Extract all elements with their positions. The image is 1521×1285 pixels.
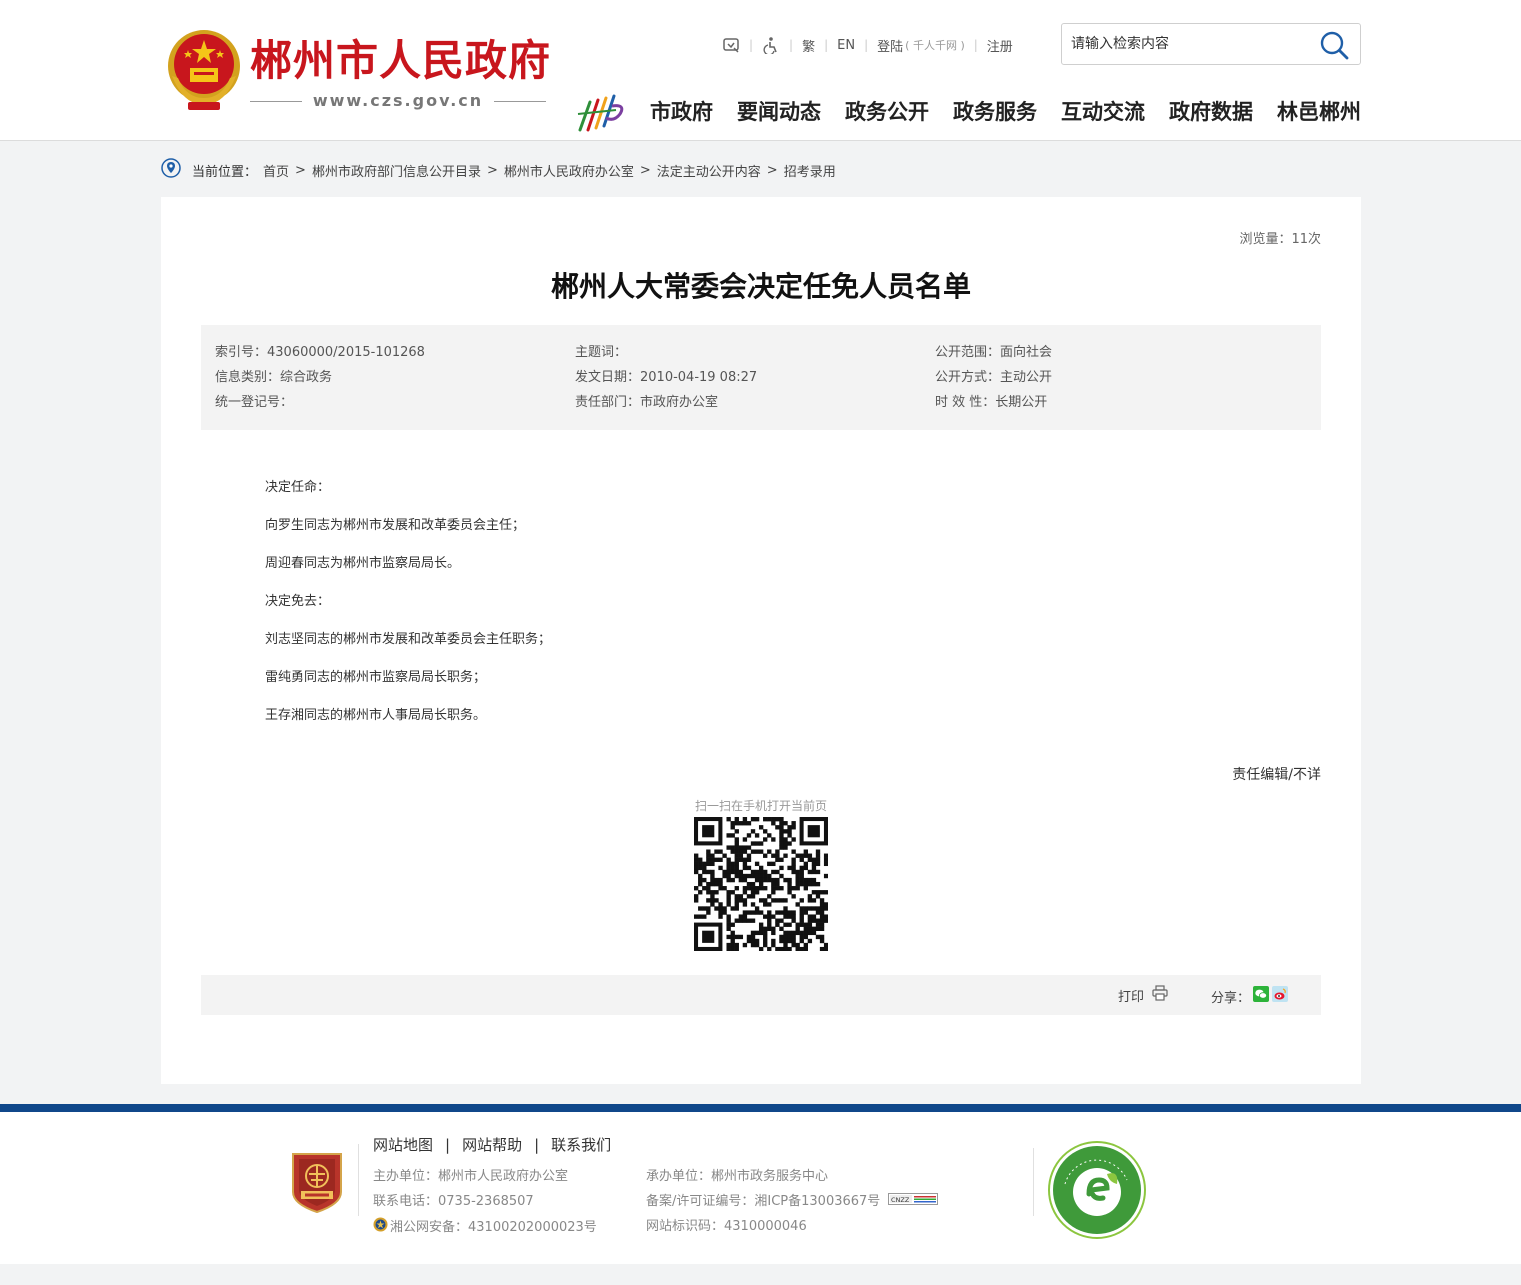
location-pin-icon (161, 158, 181, 182)
national-emblem-icon (164, 26, 244, 112)
footer-icp[interactable]: 备案/许可证编号：湘ICP备13003667号 (646, 1192, 880, 1212)
nav-item-gov-services[interactable]: 政务服务 (953, 96, 1037, 128)
header-tools: | | 繁 | EN | 登陆 ( 千人千网 ) | 注册 (722, 34, 1013, 56)
traditional-chinese-link[interactable]: 繁 (802, 36, 815, 55)
nav-item-linyi-chenzhou[interactable]: 林邑郴州 (1277, 96, 1361, 128)
main-nav: 市政府 要闻动态 政务公开 政务服务 互动交流 政府数据 林邑郴州 (650, 96, 1361, 128)
breadcrumb-separator: > (486, 162, 498, 178)
search-icon[interactable] (1318, 29, 1350, 61)
breadcrumb-gov-office[interactable]: 郴州市人民政府办公室 (504, 161, 634, 180)
accessibility-icon[interactable] (762, 36, 780, 54)
responsible-editor: 责任编辑/不详 (1232, 767, 1321, 783)
share-group: 分享： (1211, 986, 1289, 1006)
footer-sponsor: 主办单位：郴州市人民政府办公室 (373, 1169, 569, 1184)
footer-divider (358, 1144, 359, 1216)
body-paragraph: 王存湘同志的郴州市人事局局长职务。 (265, 708, 487, 723)
body-paragraph: 向罗生同志为郴州市发展和改革委员会主任； (265, 518, 526, 533)
meta-index-no: 索引号：43060000/2015-101268 (215, 345, 425, 360)
search-input[interactable] (1071, 33, 1311, 55)
breadcrumb-home[interactable]: 首页 (263, 161, 289, 180)
breadcrumb-recruitment[interactable]: 招考录用 (784, 161, 836, 180)
meta-method: 公开方式：主动公开 (935, 370, 1053, 385)
meta-category: 信息类别：综合政务 (215, 370, 333, 385)
site-url: www.czs.gov.cn (312, 91, 484, 110)
footer-links: 网站地图 | 网站帮助 | 联系我们 (373, 1134, 612, 1155)
article-card: 浏览量：11次 郴州人大常委会决定任免人员名单 索引号：43060000/201… (161, 197, 1361, 1084)
breadcrumb-separator: > (295, 162, 306, 178)
footer-icp-row: 备案/许可证编号：湘ICP备13003667号 CNZZ (646, 1192, 939, 1212)
footer-police-row: 湘公网安备：43100202000023号 (373, 1217, 597, 1239)
print-button[interactable]: 打印 (1118, 985, 1168, 1005)
breadcrumb-dept-catalog[interactable]: 郴州市政府部门信息公开目录 (312, 161, 481, 180)
location-label: 当前位置： (192, 164, 258, 180)
footer-divider (1033, 1148, 1034, 1216)
nav-item-interaction[interactable]: 互动交流 (1061, 96, 1145, 128)
nav-item-news[interactable]: 要闻动态 (737, 96, 821, 128)
police-badge-icon (373, 1217, 388, 1239)
weibo-icon[interactable] (1272, 986, 1289, 1006)
party-organ-badge-icon[interactable] (289, 1150, 345, 1214)
footer-link-sitemap[interactable]: 网站地图 (373, 1134, 433, 1155)
nav-item-city-government[interactable]: 市政府 (650, 96, 713, 128)
login-link[interactable]: 登陆 (877, 36, 903, 55)
qr-code-icon (694, 817, 829, 952)
article-title: 郴州人大常委会决定任免人员名单 (550, 270, 971, 303)
nav-item-gov-data[interactable]: 政府数据 (1169, 96, 1253, 128)
body-paragraph: 雷纯勇同志的郴州市监察局局长职务； (265, 670, 487, 685)
print-label: 打印 (1118, 989, 1145, 1005)
site-url-row: www.czs.gov.cn (250, 90, 546, 112)
civilized-website-badge-icon[interactable] (1047, 1140, 1147, 1240)
breadcrumb-statutory-content[interactable]: 法定主动公开内容 (657, 161, 761, 180)
meta-subject: 主题词： (575, 345, 628, 360)
view-count: 浏览量：11次 (1239, 232, 1321, 247)
body-paragraph: 决定免去： (265, 594, 331, 609)
site-title: 郴州市人民政府 (250, 36, 552, 85)
meta-department: 责任部门：市政府办公室 (575, 395, 719, 410)
footer-link-help[interactable]: 网站帮助 (462, 1134, 522, 1155)
footer-bottom-strip (0, 1264, 1521, 1285)
article-meta: 索引号：43060000/2015-101268 主题词： 公开范围：面向社会 … (201, 325, 1321, 430)
city-logo-icon (576, 92, 628, 134)
meta-scope: 公开范围：面向社会 (935, 345, 1053, 360)
svg-text:CNZZ: CNZZ (891, 1196, 910, 1204)
breadcrumb-separator: > (639, 162, 651, 178)
footer-top-bar (0, 1104, 1521, 1112)
body-paragraph: 决定任命： (265, 480, 331, 495)
printer-icon (1144, 985, 1168, 1005)
cnzz-icon[interactable]: CNZZ (888, 1192, 939, 1212)
breadcrumb: 当前位置： 首页 > 郴州市政府部门信息公开目录 > 郴州市人民政府办公室 > … (161, 158, 836, 182)
qr-hint: 扫一扫在手机打开当前页 (694, 799, 827, 813)
share-label: 分享： (1211, 990, 1251, 1006)
footer-phone: 联系电话：0735-2368507 (373, 1194, 534, 1209)
footer-organizer: 承办单位：郴州市政务服务中心 (646, 1169, 829, 1184)
action-bar: 打印 分享： (201, 975, 1321, 1015)
body-paragraph: 刘志坚同志的郴州市发展和改革委员会主任职务； (265, 632, 552, 647)
site-footer: 网站地图 | 网站帮助 | 联系我们 主办单位：郴州市人民政府办公室 联系电话：… (0, 1112, 1521, 1264)
meta-validity: 时 效 性：长期公开 (935, 395, 1048, 410)
footer-link-contact[interactable]: 联系我们 (551, 1134, 611, 1155)
site-header: 郴州市人民政府 www.czs.gov.cn | | 繁 | EN | 登陆 (… (0, 0, 1521, 141)
article-body: 决定任命： 向罗生同志为郴州市发展和改革委员会主任； 周迎春同志为郴州市监察局局… (265, 469, 1265, 735)
footer-police[interactable]: 湘公网安备：43100202000023号 (390, 1218, 597, 1238)
nav-item-gov-affairs-open[interactable]: 政务公开 (845, 96, 929, 128)
breadcrumb-separator: > (766, 162, 778, 178)
login-sub-label: ( 千人千网 ) (905, 39, 965, 52)
search-box (1061, 23, 1361, 65)
register-link[interactable]: 注册 (987, 36, 1013, 55)
body-paragraph: 周迎春同志为郴州市监察局局长。 (265, 556, 461, 571)
wechat-icon[interactable] (1253, 986, 1270, 1006)
footer-site-code: 网站标识码：4310000046 (646, 1219, 807, 1234)
meta-date: 发文日期：2010-04-19 08:27 (575, 370, 758, 385)
accessible-reading-icon[interactable] (722, 36, 740, 54)
meta-reg-no: 统一登记号： (215, 395, 294, 410)
english-link[interactable]: EN (837, 38, 855, 53)
